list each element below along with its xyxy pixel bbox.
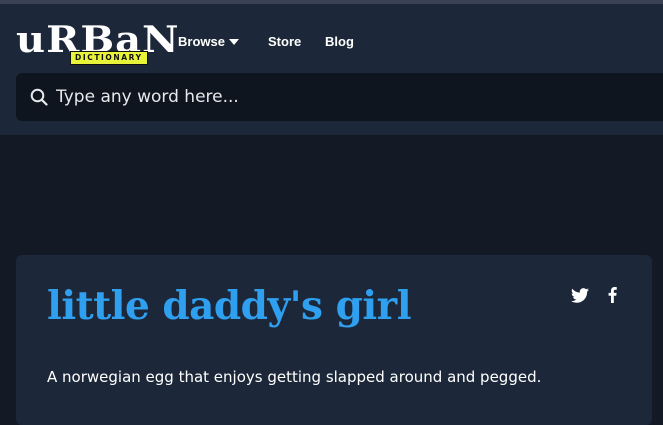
definition-card: little daddy's girl A norwegian egg that…	[16, 255, 652, 425]
nav-store[interactable]: Store	[268, 34, 301, 49]
nav-blog-label: Blog	[325, 34, 354, 49]
share-twitter-button[interactable]	[570, 285, 590, 305]
chevron-down-icon	[228, 38, 239, 45]
nav-browse[interactable]: Browse	[178, 34, 239, 49]
nav-blog[interactable]: Blog	[325, 34, 354, 49]
urban-dictionary-logo[interactable]: uRBaN DICTIONARY	[16, 20, 179, 68]
word-title[interactable]: little daddy's girl	[47, 283, 412, 329]
search-input[interactable]	[56, 73, 656, 121]
search-bar	[16, 73, 663, 121]
site-header: uRBaN DICTIONARY Browse Store Blog	[0, 4, 663, 135]
logo-subtitle: DICTIONARY	[70, 51, 148, 65]
nav-browse-label: Browse	[178, 34, 225, 49]
search-icon	[30, 88, 48, 106]
facebook-icon	[608, 287, 617, 303]
twitter-icon	[571, 287, 589, 303]
nav-store-label: Store	[268, 34, 302, 49]
definition-text: A norwegian egg that enjoys getting slap…	[47, 368, 542, 386]
share-facebook-button[interactable]	[604, 285, 620, 305]
